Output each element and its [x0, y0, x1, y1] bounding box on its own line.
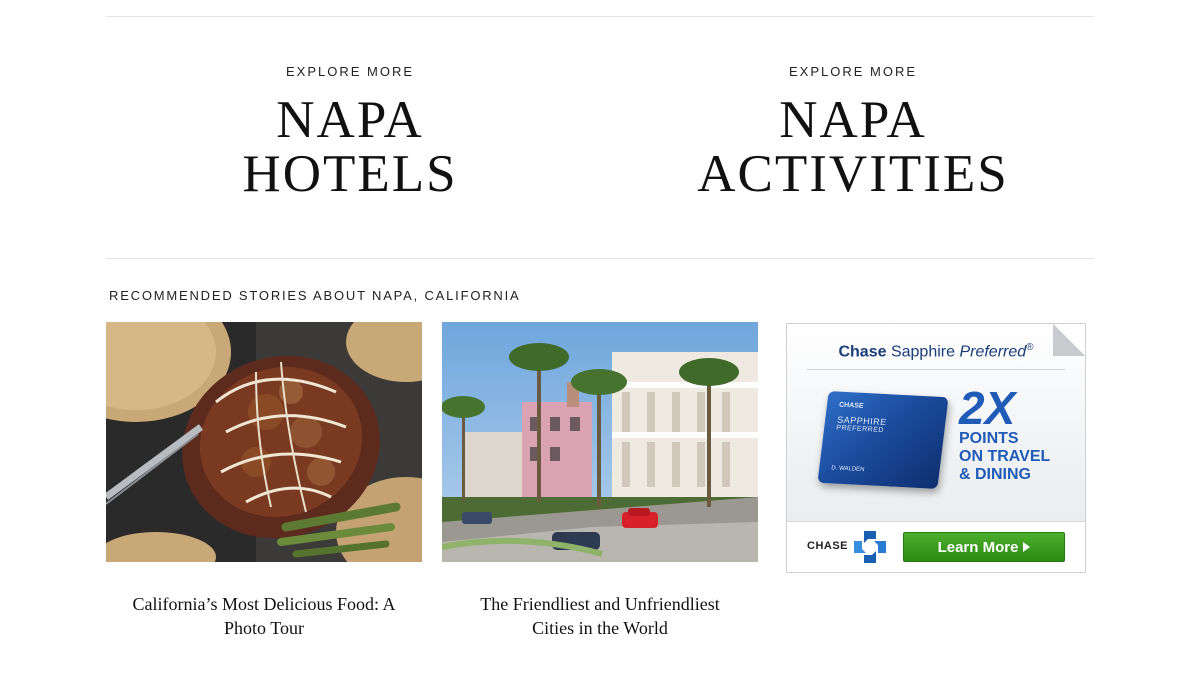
- card-holder: D. WALDEN: [830, 465, 865, 474]
- ad-registered-mark: ®: [1026, 342, 1034, 353]
- explore-eyebrow: EXPLORE MORE: [285, 64, 415, 79]
- street-photo-art: [442, 322, 758, 562]
- explore-napa-hotels[interactable]: EXPLORE MORE NAPA HOTELS: [103, 64, 597, 201]
- offer-line-3: & DINING: [959, 466, 1031, 483]
- learn-more-label: Learn More: [937, 539, 1019, 556]
- ad-brand: Chase: [838, 343, 887, 361]
- ad-divider: [807, 369, 1065, 370]
- story-caption[interactable]: The Friendliest and Unfriendliest Cities…: [442, 592, 758, 640]
- story-caption[interactable]: California’s Most Delicious Food: A Phot…: [106, 592, 422, 640]
- explore-heading[interactable]: NAPA HOTELS: [103, 93, 597, 201]
- top-divider: [106, 16, 1094, 17]
- tostada-photo-art: [106, 322, 422, 562]
- chase-wordmark: CHASE: [807, 540, 849, 552]
- story-card[interactable]: The Friendliest and Unfriendliest Cities…: [442, 322, 758, 640]
- street-photo[interactable]: [442, 322, 758, 562]
- credit-card-image: CHASE SAPPHIRE PREFERRED D. WALDEN: [817, 391, 949, 489]
- offer-multiplier: 2X: [959, 382, 1016, 434]
- ad-offer: 2X POINTS ON TRAVEL & DINING: [959, 382, 1051, 484]
- explore-napa-activities[interactable]: EXPLORE MORE NAPA ACTIVITIES: [606, 64, 1100, 201]
- explore-heading-line2: HOTELS: [242, 145, 458, 203]
- offer-line-1: POINTS: [959, 430, 1019, 447]
- tostada-photo[interactable]: [106, 322, 422, 562]
- ad-footer: CHASE Learn More: [787, 521, 1085, 572]
- section-divider: [106, 258, 1094, 259]
- explore-eyebrow: EXPLORE MORE: [788, 64, 918, 79]
- offer-line-2: ON TRAVEL: [959, 448, 1051, 465]
- explore-heading-line1: NAPA: [276, 91, 424, 149]
- chase-octagon-icon: [854, 531, 886, 563]
- ad-product: Sapphire: [890, 343, 955, 361]
- explore-heading-line2: ACTIVITIES: [697, 145, 1009, 203]
- ad-product-italic: Preferred: [959, 343, 1027, 361]
- story-card[interactable]: California’s Most Delicious Food: A Phot…: [106, 322, 422, 640]
- recommended-stories-title: RECOMMENDED STORIES ABOUT NAPA, CALIFORN…: [109, 288, 521, 303]
- card-bank: CHASE: [838, 401, 864, 410]
- chase-sapphire-ad[interactable]: Chase Sapphire Preferred® CHASE SAPPHIRE…: [786, 323, 1086, 573]
- learn-more-button[interactable]: Learn More: [903, 532, 1065, 562]
- ad-headline: Chase Sapphire Preferred®: [787, 342, 1085, 361]
- play-arrow-icon: [1023, 542, 1031, 552]
- explore-heading[interactable]: NAPA ACTIVITIES: [606, 93, 1100, 201]
- explore-heading-line1: NAPA: [779, 91, 927, 149]
